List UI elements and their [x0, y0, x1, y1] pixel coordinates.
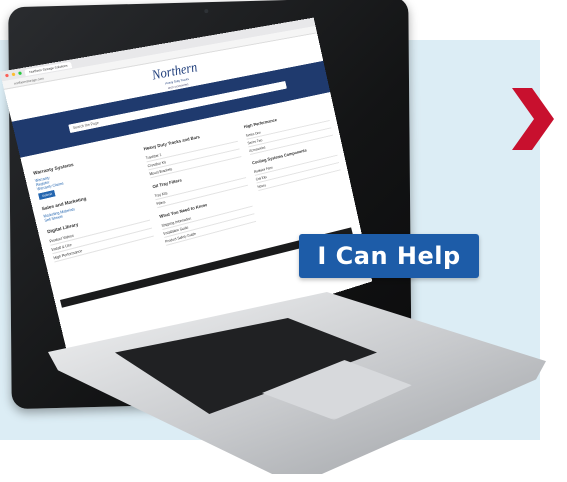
minimize-dot[interactable] [11, 72, 16, 77]
submit-button[interactable]: Submit [38, 189, 56, 200]
close-dot[interactable] [4, 73, 9, 78]
camera [204, 9, 209, 14]
column-middle: Heavy Duty Tracks and Bars Trackbar 1 Cr… [142, 121, 257, 246]
column-right: High Performance Series One Series Two A… [242, 101, 347, 220]
column-left: Warranty Systems Warranty Register Warra… [31, 143, 157, 275]
zoom-dot[interactable] [18, 71, 23, 76]
chevron-right-icon [512, 88, 554, 150]
i-can-help-button[interactable]: I Can Help [299, 234, 479, 278]
